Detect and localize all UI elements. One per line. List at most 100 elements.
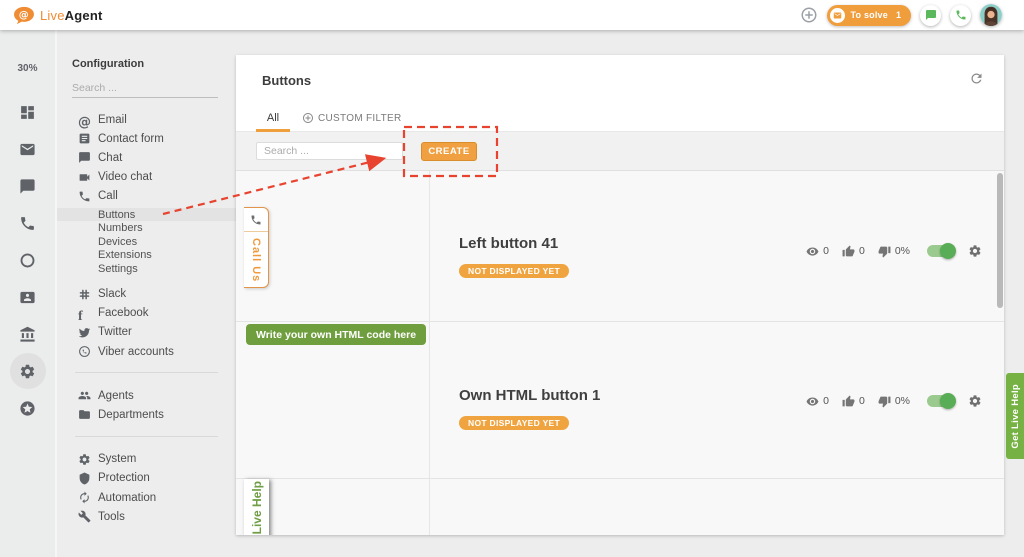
views-icon [806,395,819,408]
sidebar-item-numbers[interactable]: Numbers [57,221,236,235]
viber-icon [78,345,91,358]
rail-starred[interactable] [10,390,46,426]
create-button[interactable]: CREATE [421,142,477,161]
button-name: Left button 41 [459,235,558,252]
icon-rail: 30% [0,30,57,557]
rail-configuration[interactable] [10,353,46,389]
tab-all[interactable]: All [256,105,290,131]
thumbs-down-icon [878,245,891,258]
status-badge: NOT DISPLAYED YET [459,416,569,430]
refresh-icon[interactable] [969,71,984,86]
sidebar-item-slack[interactable]: Slack [57,284,236,303]
brand-text: LiveAgent [40,8,103,23]
sidebar-item-tools[interactable]: Tools [57,507,236,526]
rail-calls[interactable] [10,205,46,241]
to-solve-button[interactable]: To solve 1 [827,5,911,26]
thumbs-up-icon [842,395,855,408]
sidebar-item-system[interactable]: System [57,450,236,469]
sidebar-item-facebook[interactable]: fFacebook [57,304,236,323]
sidebar-item-viber[interactable]: Viber accounts [57,342,236,361]
status-badge: NOT DISPLAYED YET [459,264,569,278]
live-help-button-preview[interactable]: Live Help [244,479,269,535]
avatar-image [980,4,1002,26]
list-toolbar: CREATE [236,132,1004,170]
sidebar-item-email[interactable]: @Email [57,110,236,129]
ring-icon [19,252,36,269]
chats-button[interactable] [920,5,941,26]
usage-percent: 30% [17,63,37,74]
phone-icon [250,214,262,226]
rail-customers[interactable] [10,279,46,315]
rail-dashboard[interactable] [10,94,46,130]
contact-badge-icon [19,289,36,306]
sidebar-item-call[interactable]: Call [57,187,236,206]
tab-custom-filter[interactable]: CUSTOM FILTER [302,112,402,124]
sidebar-divider [75,436,218,437]
top-bar: @ LiveAgent To solve 1 [0,0,1024,30]
own-html-button-preview[interactable]: Write your own HTML code here [246,324,426,345]
slack-icon [78,288,91,301]
enable-toggle[interactable] [927,245,954,257]
preview-label: Call Us [250,238,262,282]
rail-online[interactable] [10,242,46,278]
column-divider [429,171,430,535]
sidebar-item-chat[interactable]: Chat [57,148,236,167]
rail-tickets[interactable] [10,131,46,167]
row-settings-icon[interactable] [968,394,982,408]
rail-chats[interactable] [10,168,46,204]
thumbs-up-icon [842,245,855,258]
scrollbar-thumb[interactable] [997,173,1003,308]
chat-icon [925,9,937,21]
sidebar-item-agents[interactable]: Agents [57,386,236,405]
user-avatar[interactable] [980,4,1002,26]
page: @ LiveAgent To solve 1 [0,0,1024,557]
facebook-icon: f [78,307,91,320]
enable-toggle[interactable] [927,395,954,407]
to-solve-label: To solve [851,10,888,20]
chat-icon [78,151,91,164]
button-name: Own HTML button 1 [459,387,600,404]
to-solve-count-badge: 1 [896,10,901,20]
rail-reports[interactable] [10,316,46,352]
sidebar-item-protection[interactable]: Protection [57,469,236,488]
gear-icon [19,363,36,380]
liveagent-logo[interactable]: @ LiveAgent [13,6,103,25]
sidebar-item-automation[interactable]: Automation [57,488,236,507]
buttons-panel: Buttons All CUSTOM FILTER CREATE Call Us… [236,55,1004,535]
row-stats: 0 0 0% [806,394,982,408]
sidebar-item-settings[interactable]: Settings [57,262,236,276]
departments-icon [78,408,91,421]
phone-icon [955,9,967,21]
sidebar-item-buttons[interactable]: Buttons [57,208,236,222]
row-settings-icon[interactable] [968,244,982,258]
preview-label: Live Help [250,481,264,534]
automation-icon [78,491,91,504]
row-separator [236,478,1004,479]
plus-circle-icon [302,112,314,124]
calls-button[interactable] [950,5,971,26]
page-title: Buttons [262,73,311,88]
row-stats: 0 0 0% [806,244,982,258]
twitter-icon [78,326,91,339]
sidebar-search-input[interactable] [72,79,218,98]
get-live-help-button[interactable]: Get Live Help [1006,373,1024,459]
sidebar-item-contact-form[interactable]: Contact form [57,129,236,148]
sidebar-item-video-chat[interactable]: Video chat [57,168,236,187]
thumbs-down-icon [878,395,891,408]
sidebar-item-extensions[interactable]: Extensions [57,248,236,262]
phone-icon [19,215,36,232]
sidebar-divider [75,372,218,373]
mail-icon [19,141,36,158]
contact-form-icon [78,132,91,145]
preview-divider [244,231,268,232]
buttons-search-input[interactable] [256,142,403,160]
call-icon [78,190,91,203]
buttons-list: Call Us Left button 41 NOT DISPLAYED YET… [236,170,1004,535]
call-us-button-preview[interactable]: Call Us [244,207,269,288]
sidebar-item-twitter[interactable]: Twitter [57,323,236,342]
sidebar-item-departments[interactable]: Departments [57,405,236,424]
add-icon[interactable] [800,6,818,24]
tab-bar: All CUSTOM FILTER [236,105,1004,132]
sidebar-item-devices[interactable]: Devices [57,235,236,249]
protection-icon [78,472,91,485]
